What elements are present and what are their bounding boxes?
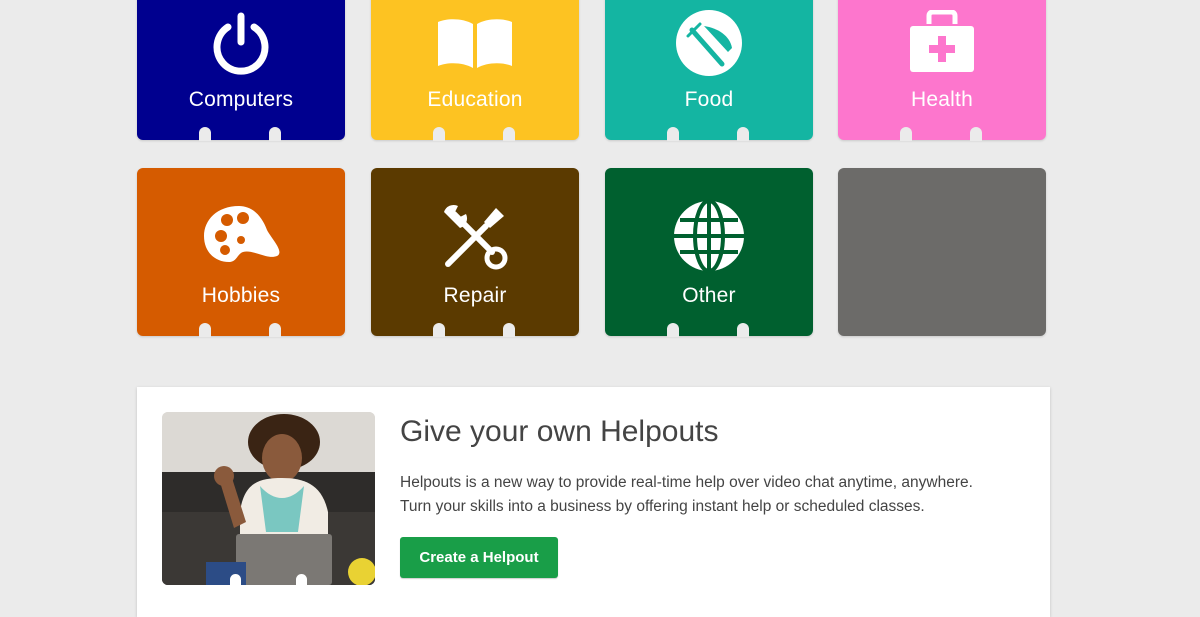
category-tile-other[interactable]: Other <box>605 168 813 337</box>
category-label: Health <box>911 88 973 111</box>
tab-notch <box>433 127 445 141</box>
tab-notch <box>269 127 281 141</box>
power-icon <box>137 8 345 78</box>
category-label: Hobbies <box>201 284 281 307</box>
category-label: Education <box>427 88 523 111</box>
give-helpouts-card: Give your own Helpouts Helpouts is a new… <box>137 387 1050 617</box>
first-aid-kit-icon <box>838 10 1046 74</box>
tab-notch <box>269 323 281 337</box>
category-tile-empty <box>838 168 1046 336</box>
promo-description-line: Turn your skills into a business by offe… <box>400 498 925 515</box>
promo-photo <box>162 412 375 585</box>
fork-knife-icon <box>605 8 813 78</box>
tab-notch <box>199 127 211 141</box>
category-label: Other <box>682 284 736 307</box>
tab-notch <box>199 323 211 337</box>
category-tile-food[interactable]: Food <box>605 0 813 141</box>
tab-notch <box>737 323 749 337</box>
category-grid: Computers Education Food Health Hobbies … <box>0 0 1200 340</box>
promo-description: Helpouts is a new way to provide real-ti… <box>400 471 1020 519</box>
tab-notch <box>503 323 515 337</box>
tab-notch <box>900 127 912 141</box>
category-label: Computers <box>188 88 294 111</box>
category-label: Food <box>684 88 734 111</box>
category-label: Repair <box>443 284 507 307</box>
globe-icon <box>605 198 813 274</box>
tab-notch <box>970 127 982 141</box>
tab-notch <box>503 127 515 141</box>
book-icon <box>371 16 579 70</box>
create-helpout-button[interactable]: Create a Helpout <box>400 537 558 578</box>
tab-notch <box>433 323 445 337</box>
category-tile-hobbies[interactable]: Hobbies <box>137 168 345 337</box>
category-tile-computers[interactable]: Computers <box>137 0 345 141</box>
promo-title: Give your own Helpouts <box>400 415 719 448</box>
promo-description-line: Helpouts is a new way to provide real-ti… <box>400 474 973 491</box>
category-tile-health[interactable]: Health <box>838 0 1046 141</box>
tab-notch <box>667 323 679 337</box>
tab-notch <box>667 127 679 141</box>
paint-palette-icon <box>137 202 345 272</box>
wrench-screwdriver-icon <box>371 202 579 272</box>
category-tile-repair[interactable]: Repair <box>371 168 579 337</box>
tab-notch <box>737 127 749 141</box>
category-tile-education[interactable]: Education <box>371 0 579 141</box>
